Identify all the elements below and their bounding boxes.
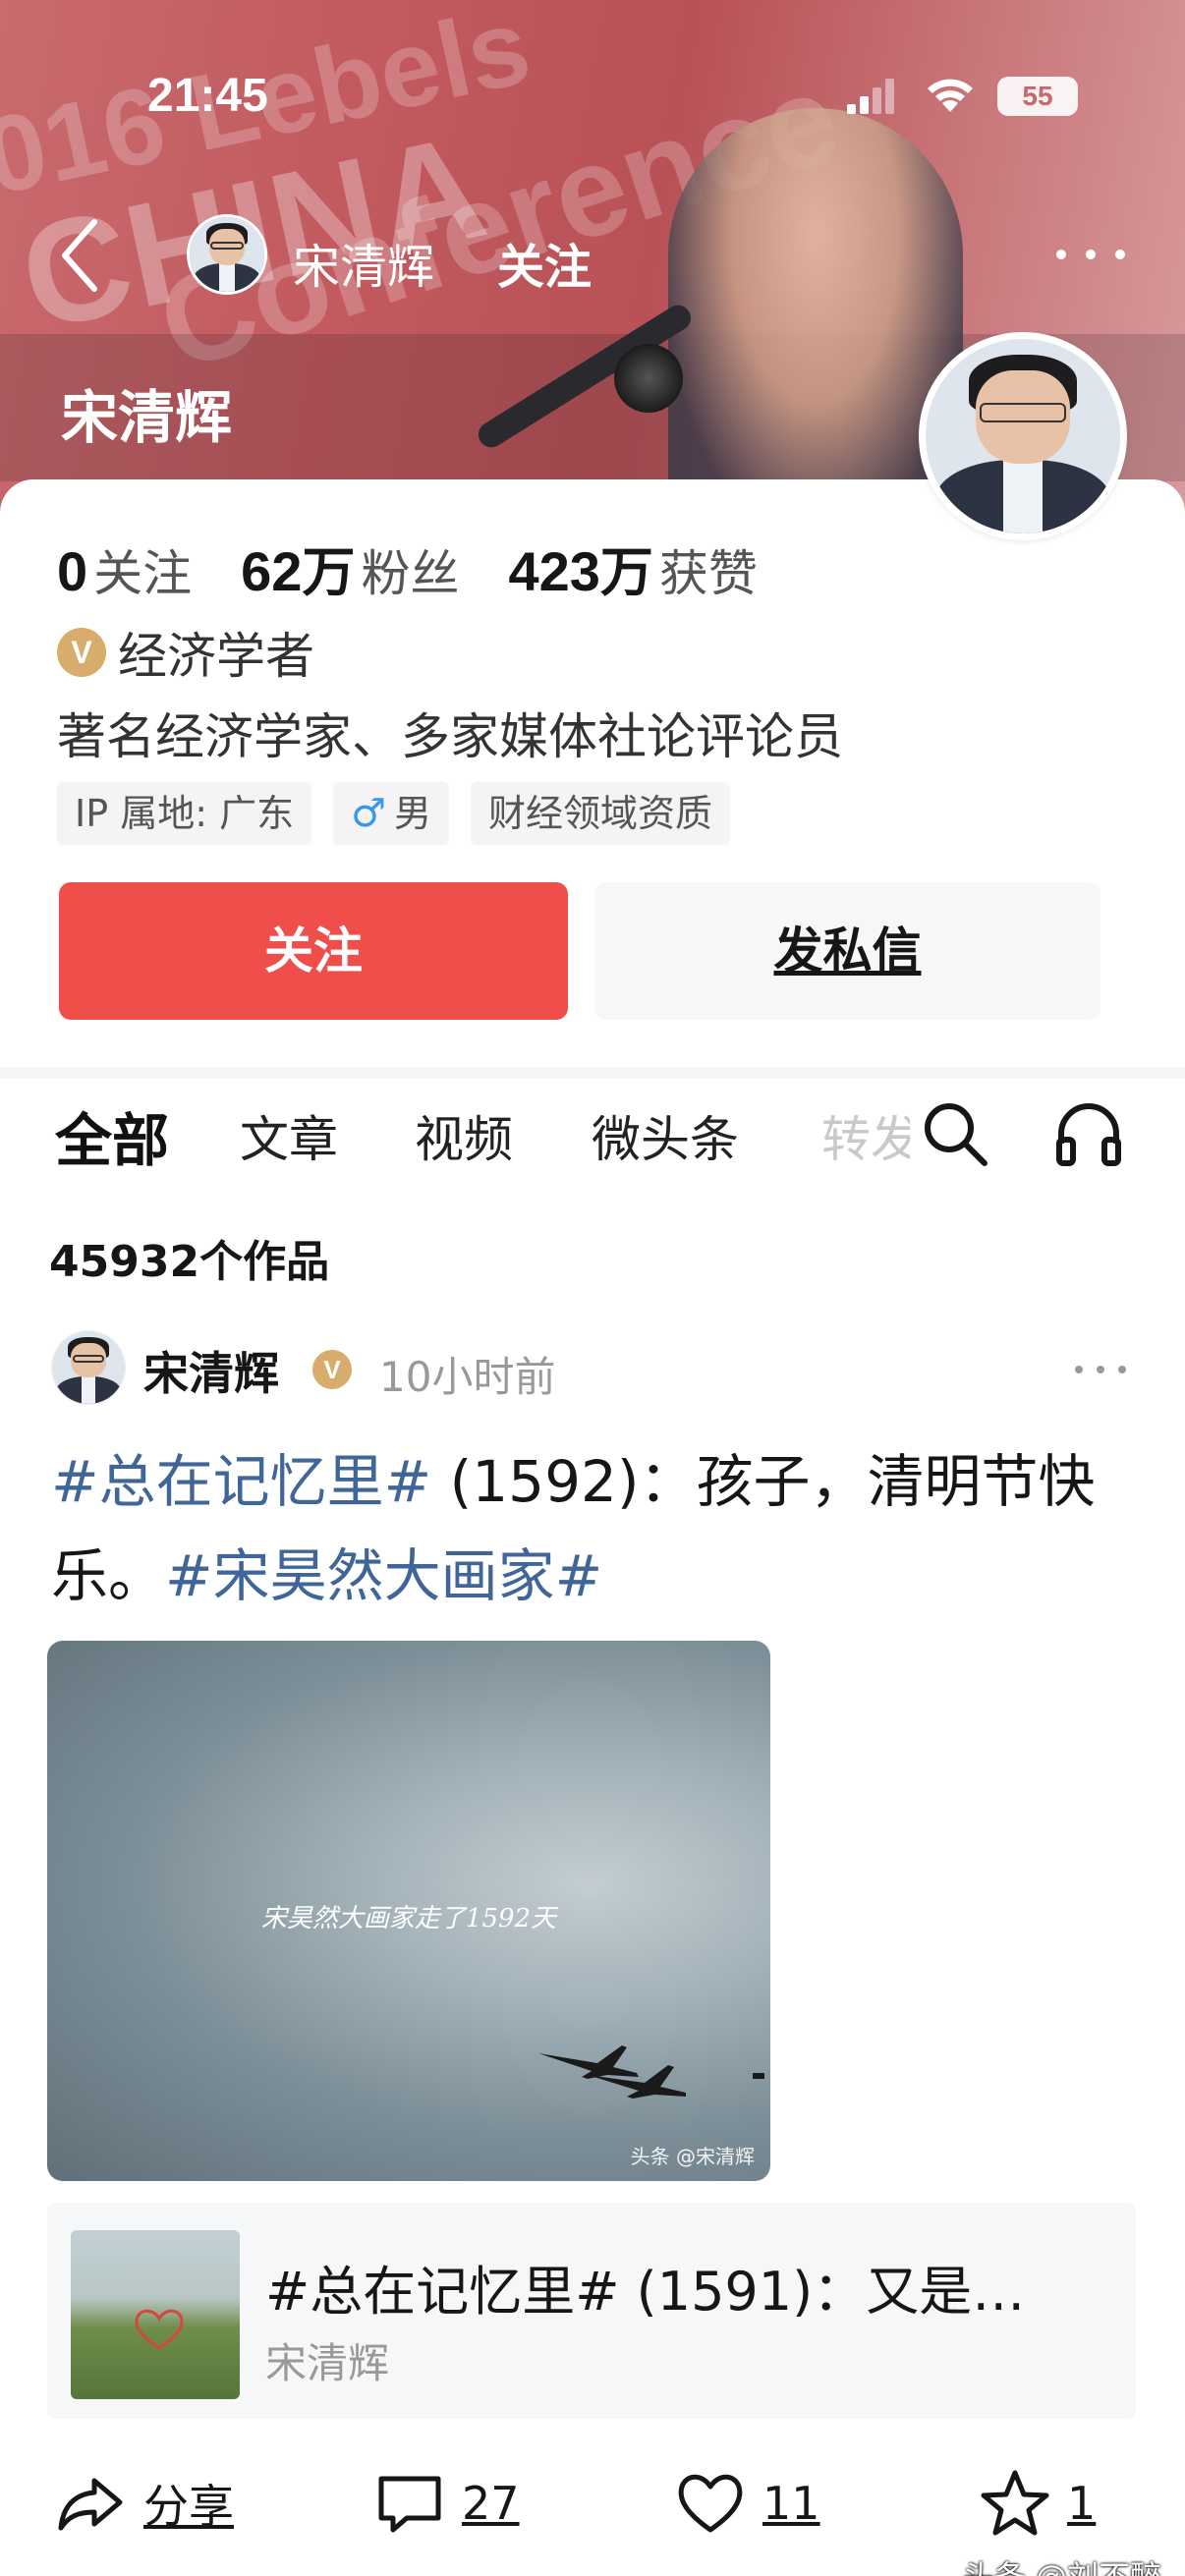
works-count: 45932个作品 (49, 1237, 330, 1287)
certification-row: V 经济学者 (57, 617, 314, 688)
certification-text: 经济学者 (118, 628, 314, 685)
likes-label: 获赞 (658, 545, 758, 602)
avatar[interactable] (51, 1330, 126, 1405)
post-image[interactable]: 宋昊然大画家走了1592天 头条 @宋清辉 (47, 1641, 770, 2181)
image-watermark: 头条 @宋清辉 (630, 2145, 755, 2168)
fans-unit: 万 (302, 541, 356, 603)
male-icon: ♂ (351, 791, 386, 836)
favorite-count: 1 (1067, 2477, 1097, 2530)
like-button[interactable]: 11 (674, 2464, 820, 2543)
search-icon[interactable] (920, 1098, 990, 1169)
status-time: 21:45 (147, 70, 268, 122)
related-post-author: 宋清辉 (265, 2339, 390, 2387)
star-icon (981, 2470, 1049, 2536)
qualification-text: 财经领域资质 (487, 792, 712, 835)
following-label[interactable]: 关注 (93, 534, 192, 605)
post-action-bar: 分享 27 11 1 (0, 2456, 1185, 2554)
profile-avatar[interactable] (919, 332, 1127, 540)
comment-count: 27 (462, 2477, 520, 2530)
hashtag-link[interactable]: #总在记忆里# (51, 1448, 431, 1515)
airplanes-icon (538, 2045, 764, 2099)
nav-username: 宋清辉 (293, 240, 435, 295)
like-count: 11 (762, 2477, 820, 2530)
gender-text: 男 (393, 792, 431, 835)
heart-icon (678, 2474, 743, 2533)
likes-unit: 万 (599, 541, 653, 603)
related-post-title: #总在记忆里# (1591)：又是… (265, 2261, 1026, 2323)
comment-icon (378, 2476, 441, 2533)
share-button[interactable]: 分享 (55, 2464, 234, 2543)
nav-follow-button[interactable]: 关注 (497, 228, 592, 297)
comment-button[interactable]: 27 (373, 2464, 520, 2543)
top-nav-bar: 宋清辉 关注 (0, 196, 1185, 314)
section-divider (0, 1067, 1185, 1079)
tab-videos[interactable]: 视频 (415, 1100, 513, 1171)
tab-articles[interactable]: 文章 (240, 1100, 338, 1171)
fans-label[interactable]: 粉丝 (361, 534, 459, 605)
tab-micro-posts[interactable]: 微头条 (592, 1100, 739, 1171)
qualification-tag[interactable]: 财经领域资质 (470, 782, 730, 845)
tab-all[interactable]: 全部 (55, 1094, 169, 1177)
chevron-left-icon[interactable] (55, 216, 104, 295)
verified-badge-icon: V (57, 628, 106, 677)
ip-location-tag: IP 属地: 广东 (57, 782, 312, 845)
wifi-icon (928, 79, 973, 112)
profile-card: 0 关注 62 万 粉丝 423 万 获赞 V 经济学者 著名经济学家、多家媒体… (0, 479, 1185, 1069)
profile-bio: 著名经济学家、多家媒体社论评论员 (57, 708, 843, 765)
image-overlay-text: 宋昊然大画家走了1592天 (260, 1904, 557, 1933)
ip-location-text: IP 属地: 广东 (75, 792, 295, 835)
verified-badge-icon: V (312, 1350, 352, 1389)
profile-tags: IP 属地: 广东 ♂ 男 财经领域资质 (57, 782, 752, 845)
post-header: 宋清辉 V 10小时前 (0, 1326, 1185, 1415)
more-horizontal-icon[interactable] (1071, 1360, 1130, 1379)
share-icon (58, 2478, 123, 2531)
status-bar: 21:45 55 (0, 0, 1185, 138)
following-count[interactable]: 0 (57, 539, 87, 603)
cover-username: 宋清辉 (61, 384, 233, 451)
cover-person-photo (668, 108, 963, 531)
post-text[interactable]: #总在记忆里# (1592)：孩子，清明节快乐。#宋昊然大画家# (51, 1434, 1142, 1623)
related-post-card[interactable]: #总在记忆里# (1591)：又是… 宋清辉 (47, 2203, 1136, 2419)
post-author-name[interactable]: 宋清辉 (143, 1338, 279, 1403)
fans-count[interactable]: 62 (241, 539, 302, 603)
more-horizontal-icon[interactable] (1051, 240, 1130, 269)
avatar[interactable] (187, 214, 267, 295)
content-tabs: 全部 文章 视频 微头条 转发 (0, 1081, 1185, 1189)
gender-tag: ♂ 男 (333, 782, 449, 845)
post-timestamp: 10小时前 (379, 1353, 556, 1401)
cellular-signal-icon (847, 79, 894, 114)
send-message-button[interactable]: 发私信 (594, 882, 1100, 1020)
heart-icon (135, 2309, 184, 2350)
headphone-icon[interactable] (1053, 1098, 1124, 1169)
follow-button[interactable]: 关注 (59, 882, 568, 1020)
likes-count: 423 (508, 540, 600, 602)
battery-icon: 55 (997, 77, 1078, 116)
battery-level: 55 (1022, 81, 1053, 111)
profile-stats: 0 关注 62 万 粉丝 423 万 获赞 (57, 529, 807, 603)
related-thumbnail (71, 2230, 240, 2399)
hashtag-link[interactable]: #宋昊然大画家# (165, 1542, 602, 1609)
microphone-head-shape (614, 344, 683, 413)
favorite-button[interactable]: 1 (979, 2464, 1096, 2543)
share-label: 分享 (143, 2480, 234, 2533)
tab-reposts[interactable]: 转发 (821, 1100, 910, 1171)
app-watermark: 头条 @刘不醉 (963, 2552, 1161, 2576)
